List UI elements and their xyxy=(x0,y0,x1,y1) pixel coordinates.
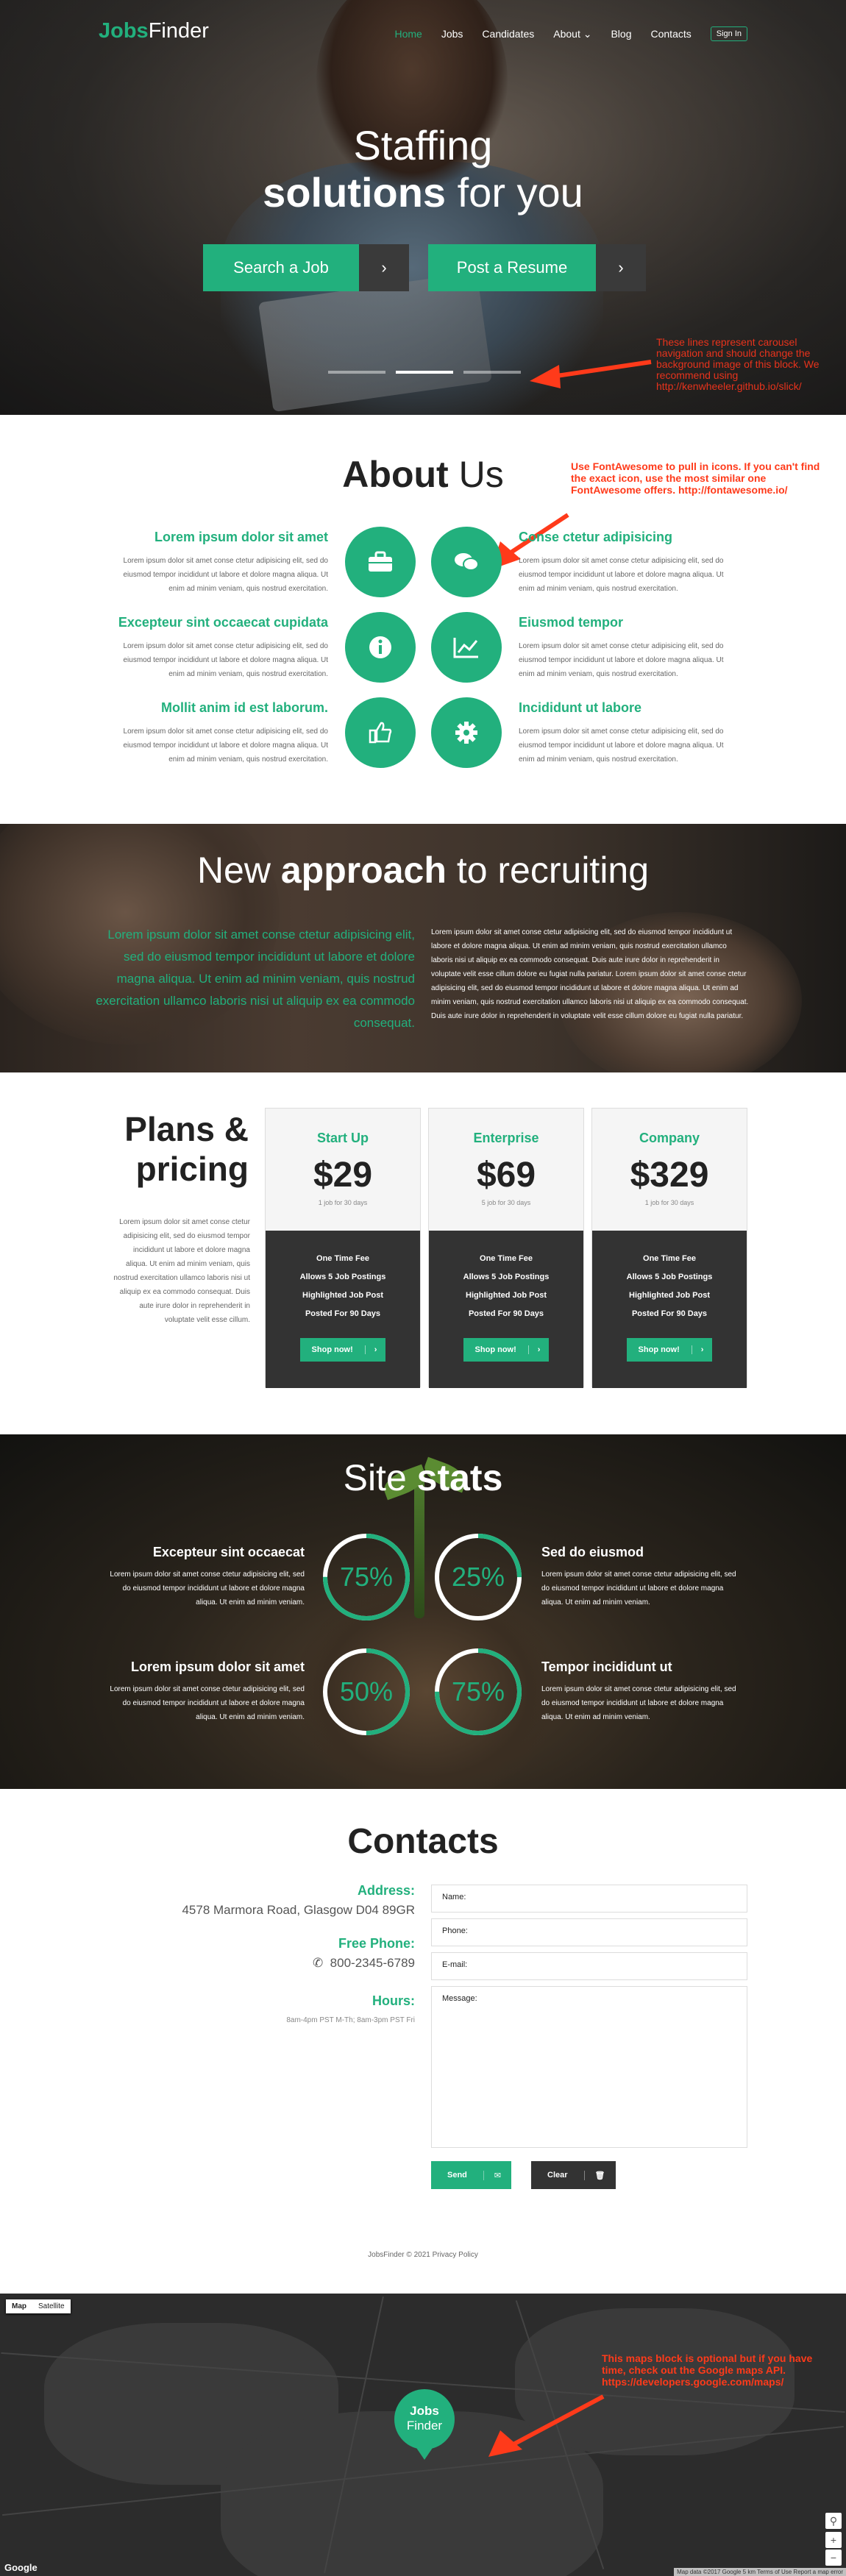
email-field[interactable]: E-mail: xyxy=(431,1952,747,1980)
chevron-right-icon: › xyxy=(359,244,409,291)
about-section: About Us Use FontAwesome to pull in icon… xyxy=(0,415,846,824)
carousel-nav xyxy=(328,371,521,374)
comments-icon xyxy=(431,527,502,597)
footer-text: JobsFinder © 2021 Privacy Policy xyxy=(368,2251,478,2259)
feature-item: Incididunt ut labore Lorem ipsum dolor si… xyxy=(519,700,724,764)
icons-annotation: Use FontAwesome to pull in icons. If you… xyxy=(571,460,820,496)
feature-item: Conse ctetur adipisicing Lorem ipsum dolo… xyxy=(519,530,724,593)
stats-title: Site stats xyxy=(343,1457,503,1498)
map-section[interactable]: Map Satellite Jobs Finder This maps block… xyxy=(0,2294,846,2576)
pegman-icon[interactable]: ⚲ xyxy=(825,2513,842,2529)
plan-card: Start Up $29 1 job for 30 days One Time Fe… xyxy=(265,1108,421,1388)
sign-in-button[interactable]: Sign In xyxy=(710,26,747,41)
nav-jobs[interactable]: Jobs xyxy=(441,28,463,40)
phone-block: Free Phone: ✆ 800-2345-6789 xyxy=(312,1936,415,1970)
stat-item: Excepteur sint occaecat Lorem ipsum dolor… xyxy=(110,1545,305,1607)
map-type-satellite[interactable]: Satellite xyxy=(32,2299,71,2313)
hours-block: Hours: 8am-4pm PST M-Th; 8am-3pm PST Fri xyxy=(286,1993,415,2024)
zoom-in-button[interactable]: + xyxy=(825,2532,842,2548)
nav-about[interactable]: About ⌄ xyxy=(553,28,591,40)
map-annotation: This maps block is optional but if you h… xyxy=(602,2352,813,2388)
plan-card: Enterprise $69 5 job for 30 days One Time … xyxy=(428,1108,584,1388)
feature-item: Eiusmod tempor Lorem ipsum dolor sit amet… xyxy=(519,615,724,678)
stat-ring: 75% xyxy=(431,1645,525,1739)
map-type-map[interactable]: Map xyxy=(6,2299,32,2313)
shop-now-button[interactable]: Shop now! › xyxy=(626,1338,713,1362)
carousel-dot-2[interactable] xyxy=(396,371,453,374)
stat-item: Sed do eiusmod Lorem ipsum dolor sit amet… xyxy=(541,1545,736,1607)
approach-body: Lorem ipsum dolor sit amet conse ctetur … xyxy=(431,928,749,1020)
carousel-dot-1[interactable] xyxy=(328,371,385,374)
nav-blog[interactable]: Blog xyxy=(611,28,631,40)
chevron-right-icon: › xyxy=(364,1345,386,1354)
feature-item: Excepteur sint occaecat cupidata Lorem ip… xyxy=(118,615,328,678)
annotation-arrow-icon xyxy=(530,360,652,388)
google-logo: Google xyxy=(4,2562,38,2573)
chevron-right-icon: › xyxy=(691,1345,713,1354)
chevron-down-icon: ⌄ xyxy=(583,27,592,40)
address-block: Address: 4578 Marmora Road, Glasgow D04 … xyxy=(182,1883,415,1917)
nav-contacts[interactable]: Contacts xyxy=(651,28,692,40)
carousel-annotation: These lines represent carousel navigatio… xyxy=(656,336,820,392)
plan-price: $69 xyxy=(476,1156,536,1195)
stat-ring: 25% xyxy=(431,1530,525,1624)
nav-home[interactable]: Home xyxy=(394,28,422,40)
contacts-section: Contacts Address: 4578 Marmora Road, Gla… xyxy=(0,1789,846,2294)
gear-icon xyxy=(431,697,502,768)
clear-button[interactable]: Clear 🗑 xyxy=(531,2161,616,2189)
main-nav: Home Jobs Candidates About ⌄ Blog Contac… xyxy=(394,26,747,41)
contacts-title: Contacts xyxy=(347,1822,499,1861)
stat-ring: 75% xyxy=(319,1530,413,1624)
phone-icon: ✆ xyxy=(312,1956,324,1970)
stats-section: Site stats Excepteur sint occaecat Lorem … xyxy=(0,1434,846,1789)
logo[interactable]: JobsFinder xyxy=(99,19,209,43)
stat-ring: 50% xyxy=(319,1645,413,1739)
hero-section: JobsFinder Home Jobs Candidates About ⌄ … xyxy=(0,0,846,415)
line-chart-icon xyxy=(431,612,502,683)
feature-item: Lorem ipsum dolor sit amet Lorem ipsum do… xyxy=(123,530,329,593)
thumbs-up-icon xyxy=(345,697,416,768)
message-field[interactable]: Message: xyxy=(431,1986,747,2148)
approach-section: New approach to recruiting Lorem ipsum d… xyxy=(0,824,846,1072)
stat-item: Tempor incididunt ut Lorem ipsum dolor si… xyxy=(541,1659,736,1721)
shop-now-button[interactable]: Shop now! › xyxy=(463,1338,550,1362)
carousel-dot-3[interactable] xyxy=(463,371,521,374)
stat-item: Lorem ipsum dolor sit amet Lorem ipsum do… xyxy=(110,1659,305,1721)
envelope-icon: ✉ xyxy=(483,2170,511,2180)
chevron-right-icon: › xyxy=(527,1345,550,1354)
search-job-button[interactable]: Search a Job › xyxy=(203,244,409,291)
plans-title: Plans & pricing xyxy=(124,1110,249,1188)
plans-description: Lorem ipsum dolor sit amet conse ctetur … xyxy=(113,1218,250,1324)
approach-lead: Lorem ipsum dolor sit amet conse ctetur … xyxy=(96,928,415,1030)
plan-card: Company $329 1 job for 30 days One Time Fe… xyxy=(591,1108,747,1388)
plan-price: $329 xyxy=(630,1156,709,1195)
briefcase-icon xyxy=(345,527,416,597)
post-resume-button[interactable]: Post a Resume › xyxy=(428,244,646,291)
hero-title: Staffing solutions for you xyxy=(263,122,583,216)
trash-icon: 🗑 xyxy=(583,2170,616,2180)
map-marker[interactable]: Jobs Finder xyxy=(394,2389,455,2460)
info-icon xyxy=(345,612,416,683)
map-type-toggle: Map Satellite xyxy=(6,2299,71,2313)
nav-candidates[interactable]: Candidates xyxy=(482,28,534,40)
zoom-out-button[interactable]: − xyxy=(825,2550,842,2566)
chevron-right-icon: › xyxy=(596,244,646,291)
map-attribution[interactable]: Map data ©2017 Google 5 km Terms of Use … xyxy=(674,2568,846,2576)
plan-price: $29 xyxy=(313,1156,373,1195)
phone-field[interactable]: Phone: xyxy=(431,1918,747,1946)
name-field[interactable]: Name: xyxy=(431,1885,747,1913)
send-button[interactable]: Send ✉ xyxy=(431,2161,512,2189)
annotation-arrow-icon xyxy=(488,2394,605,2457)
approach-title: New approach to recruiting xyxy=(196,850,650,891)
shop-now-button[interactable]: Shop now! › xyxy=(299,1338,386,1362)
plans-section: Plans & pricing Lorem ipsum dolor sit ame… xyxy=(0,1072,846,1434)
feature-item: Mollit anim id est laborum. Lorem ipsum d… xyxy=(123,700,329,764)
